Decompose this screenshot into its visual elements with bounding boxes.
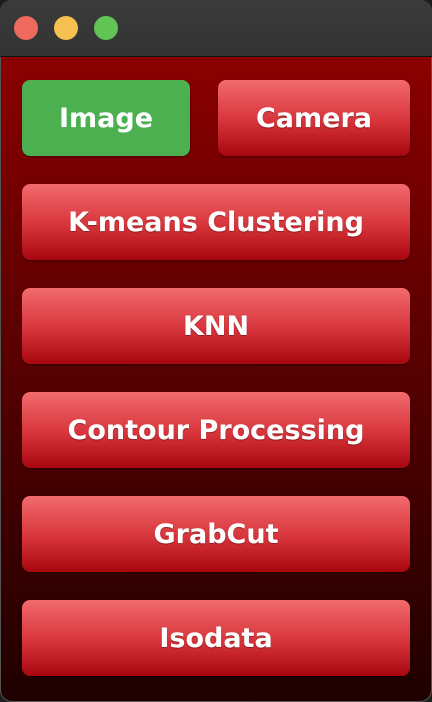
camera-button[interactable]: Camera bbox=[218, 80, 410, 156]
button-panel: Image Camera K-means Clustering KNN Cont… bbox=[1, 57, 431, 701]
maximize-window-icon[interactable] bbox=[94, 16, 118, 40]
image-button[interactable]: Image bbox=[22, 80, 190, 156]
minimize-window-icon[interactable] bbox=[54, 16, 78, 40]
contour-processing-button[interactable]: Contour Processing bbox=[22, 392, 410, 468]
knn-button[interactable]: KNN bbox=[22, 288, 410, 364]
grabcut-button[interactable]: GrabCut bbox=[22, 496, 410, 572]
title-bar[interactable] bbox=[0, 0, 432, 57]
close-window-icon[interactable] bbox=[14, 16, 38, 40]
kmeans-clustering-button[interactable]: K-means Clustering bbox=[22, 184, 410, 260]
app-window: Image Camera K-means Clustering KNN Cont… bbox=[0, 0, 432, 702]
isodata-button[interactable]: Isodata bbox=[22, 600, 410, 676]
